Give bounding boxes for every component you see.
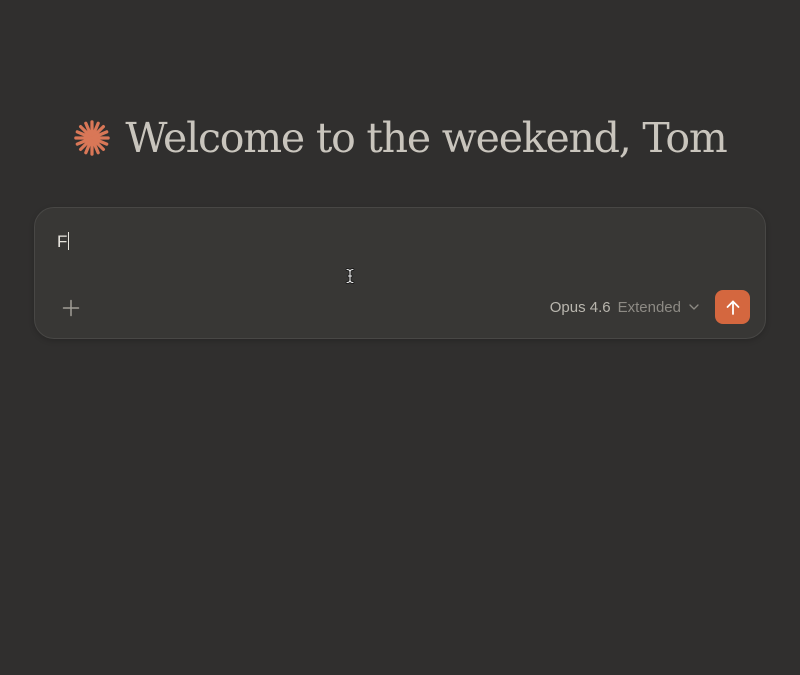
text-cursor-icon (345, 268, 355, 284)
message-input-value: F (57, 232, 68, 251)
message-composer[interactable]: F Opus 4.6 Extended (34, 207, 766, 339)
model-selector[interactable]: Opus 4.6 Extended (550, 294, 699, 320)
text-caret (68, 232, 70, 250)
model-mode: Extended (617, 298, 681, 316)
plus-icon (62, 299, 80, 317)
greeting-title: Welcome to the weekend, Tom (125, 113, 727, 162)
chevron-down-icon (689, 304, 699, 310)
add-attachment-button[interactable] (55, 292, 87, 324)
sparkle-logo-icon (74, 120, 111, 156)
send-button[interactable] (715, 290, 750, 324)
message-input[interactable]: F (57, 231, 70, 253)
arrow-up-icon (726, 300, 739, 315)
greeting-header: Welcome to the weekend, Tom (0, 108, 800, 168)
model-name: Opus 4.6 (549, 298, 611, 316)
